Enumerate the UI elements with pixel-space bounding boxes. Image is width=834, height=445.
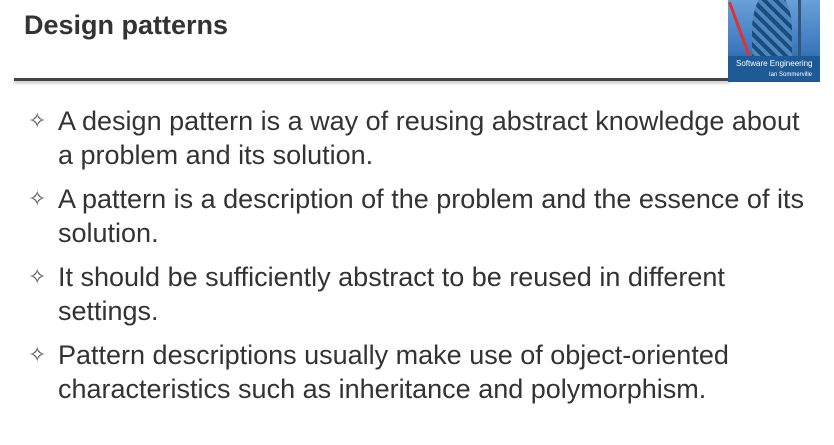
bullet-item: ✧ Pattern descriptions usually make use o… — [28, 338, 818, 406]
bullet-item: ✧ It should be sufficiently abstract to b… — [28, 260, 818, 328]
cover-title: Software Engineering — [736, 59, 813, 68]
star-bullet-icon: ✧ — [28, 186, 47, 211]
bullet-text: It should be sufficiently abstract to be… — [58, 262, 725, 326]
bullet-text: A pattern is a description of the proble… — [58, 184, 804, 248]
slide-title: Design patterns — [24, 10, 229, 40]
bullet-text: Pattern descriptions usually make use of… — [58, 340, 729, 404]
book-cover-image: Software Engineering Ian Sommerville — [728, 0, 820, 82]
star-bullet-icon: ✧ — [28, 264, 47, 289]
cover-author: Ian Sommerville — [768, 72, 812, 78]
bullet-item: ✧ A design pattern is a way of reusing ab… — [28, 104, 818, 172]
bullet-list: ✧ A design pattern is a way of reusing ab… — [28, 104, 818, 416]
bullet-text: A design pattern is a way of reusing abs… — [58, 106, 800, 170]
bullet-item: ✧ A pattern is a description of the probl… — [28, 182, 818, 250]
star-bullet-icon: ✧ — [28, 108, 47, 133]
title-divider — [14, 78, 730, 81]
star-bullet-icon: ✧ — [28, 342, 47, 367]
